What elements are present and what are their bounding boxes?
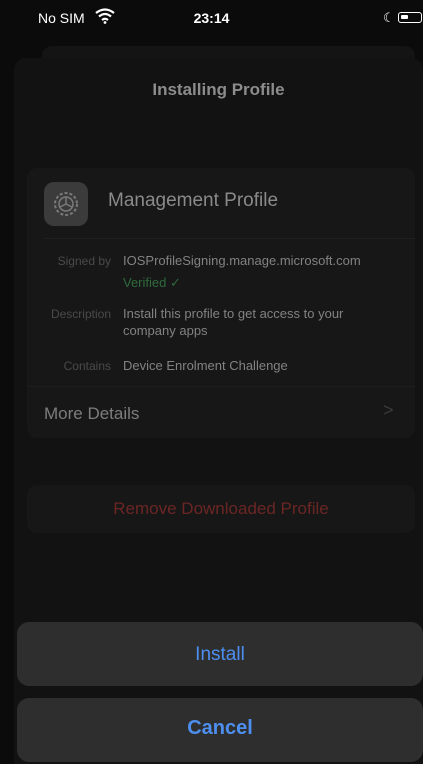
contains-value: Device Enrolment Challenge (123, 358, 288, 373)
do-not-disturb-icon: ☾ (383, 10, 395, 25)
screen: No SIM 23:14 ☾ Installing Profile Manage… (0, 0, 423, 764)
status-bar: No SIM 23:14 ☾ (0, 0, 423, 40)
gear-icon (44, 182, 88, 226)
divider (27, 386, 415, 387)
remove-profile-label: Remove Downloaded Profile (113, 499, 329, 518)
contains-label: Contains (63, 359, 111, 373)
signed-by-value: IOSProfileSigning.manage.microsoft.com (123, 253, 361, 268)
chevron-right-icon: > (383, 400, 394, 420)
more-details-link[interactable]: More Details (44, 404, 139, 424)
signed-by-label: Signed by (57, 254, 111, 268)
clock: 23:14 (193, 10, 230, 26)
divider (44, 238, 415, 239)
description-value: Install this profile to get access to yo… (123, 306, 344, 338)
install-label: Install (195, 644, 245, 665)
battery-icon (398, 12, 422, 23)
description-label: Description (50, 307, 111, 321)
profile-name: Management Profile (108, 190, 279, 211)
cancel-label: Cancel (187, 717, 253, 739)
page-title: Installing Profile (152, 80, 285, 99)
verified-badge: Verified ✓ (123, 275, 181, 290)
